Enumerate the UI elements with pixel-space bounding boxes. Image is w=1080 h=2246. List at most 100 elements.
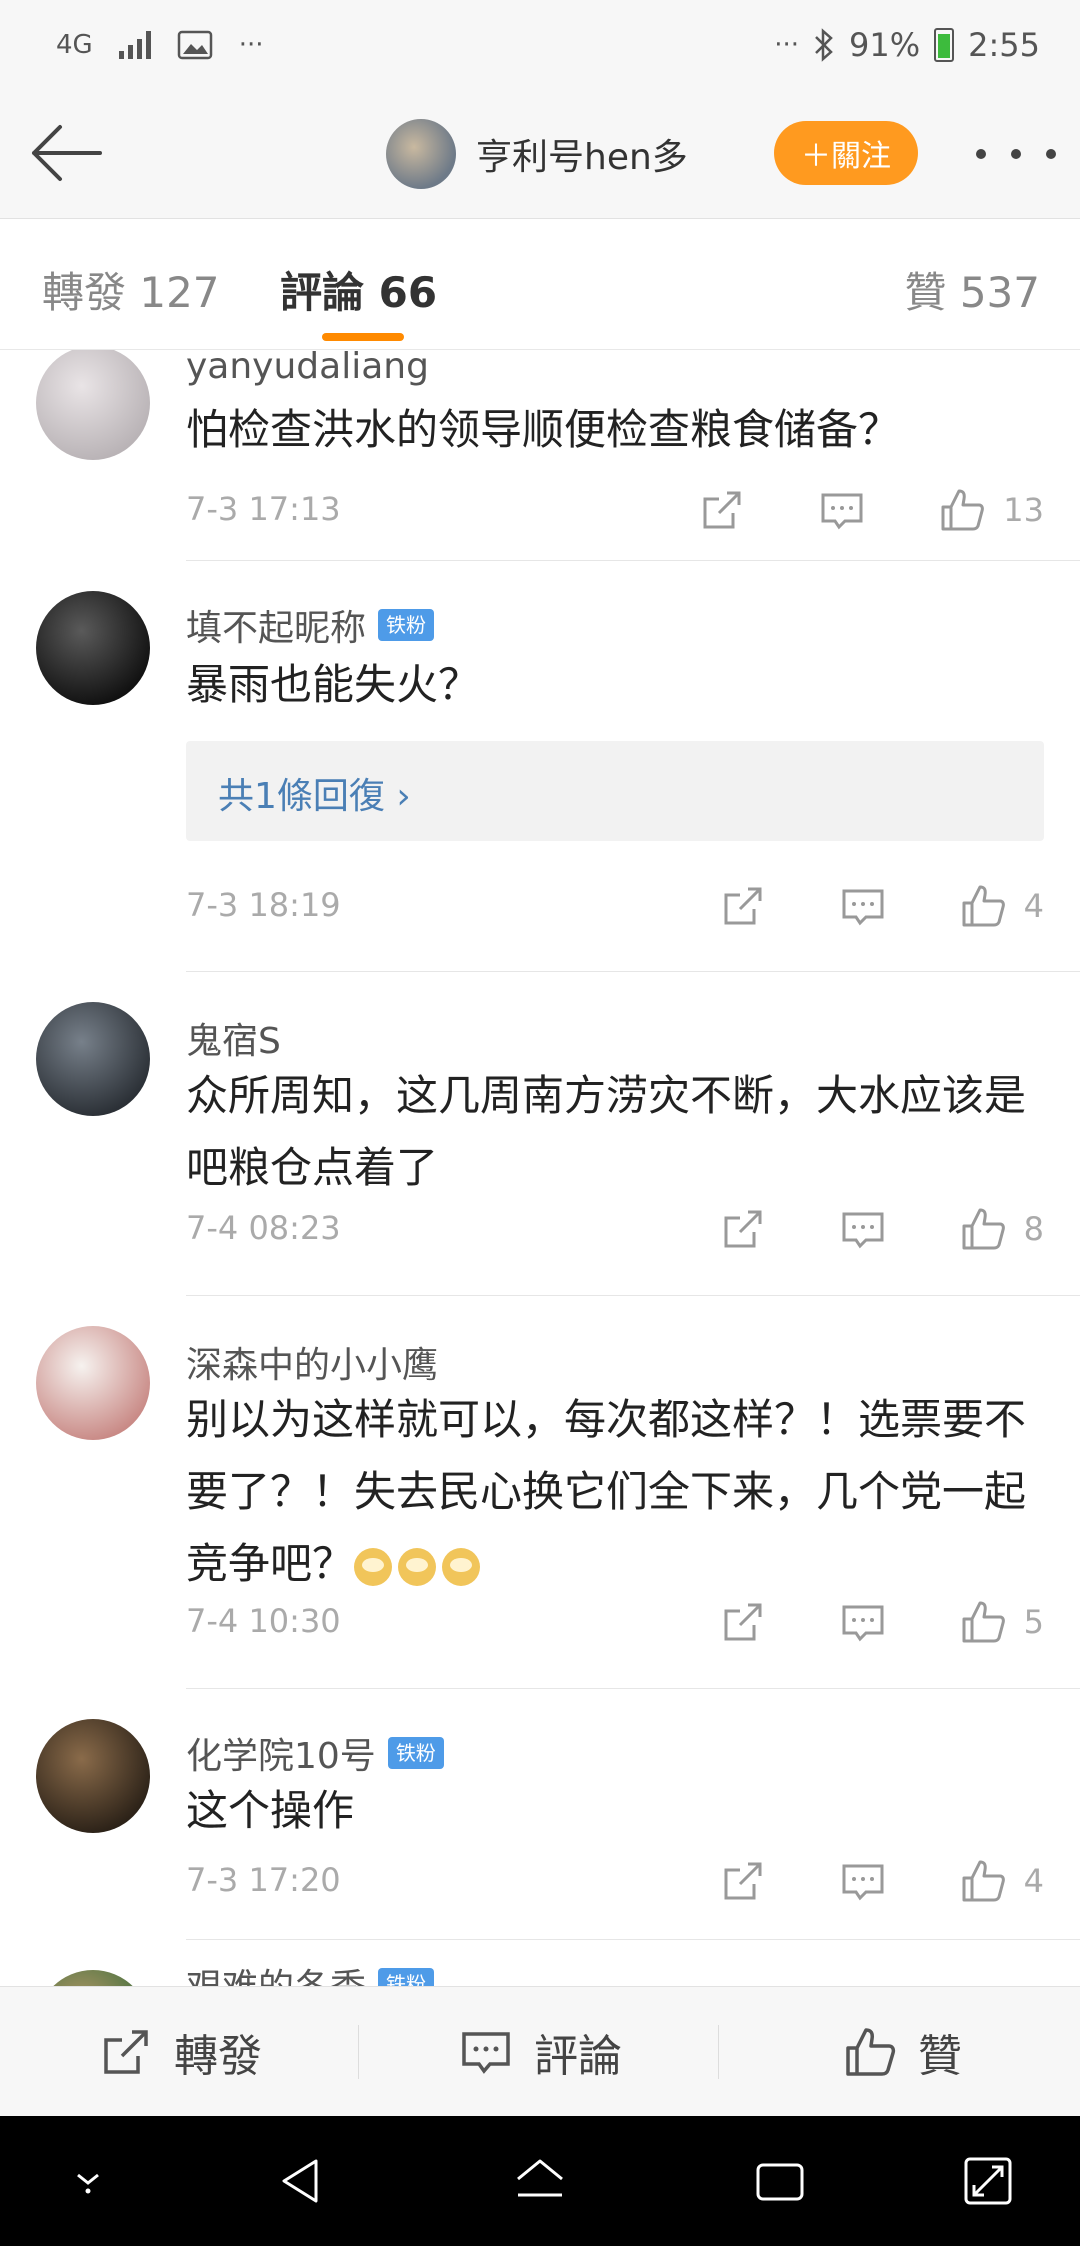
thumbs-up-icon [962, 1601, 1005, 1643]
comment-text: 别以为这样就可以，每次都这样？！选票要不要了？！失去民心换它们全下来，几个党一起… [186, 1395, 1027, 1588]
avatar[interactable] [36, 1326, 150, 1440]
divider [186, 1295, 1080, 1296]
comment-list[interactable]: yanyudaliang 怕检查洪水的领导顺便检查粮食储备？ 7-3 17:13… [0, 350, 1080, 1986]
status-more: ··· [774, 30, 800, 60]
comment-actions: 4 [648, 876, 1044, 936]
comment-username[interactable]: 化学院10号 铁粉 [186, 1727, 444, 1779]
share-icon [724, 887, 762, 925]
recents-icon [756, 2163, 804, 2201]
repost-button[interactable] [718, 1597, 768, 1647]
comment-button[interactable] [838, 1597, 888, 1647]
thumbs-up-icon [846, 2028, 896, 2076]
signal-icon [118, 31, 151, 59]
network-indicator: 4G [56, 30, 93, 60]
battery-percent: 91% [849, 26, 921, 64]
like-button[interactable]: 4 [958, 1856, 1044, 1906]
reply-summary[interactable]: 共1條回復 › [186, 741, 1044, 841]
thumbs-up-icon [962, 1860, 1005, 1902]
nav-collapse-button[interactable] [48, 2141, 128, 2221]
header-user[interactable]: 亨利号hen多 [386, 114, 688, 194]
avatar[interactable] [36, 1719, 150, 1833]
comment-time: 7-4 10:30 [186, 1602, 341, 1640]
nav-home-button[interactable] [500, 2141, 580, 2221]
repost-button[interactable] [697, 485, 747, 535]
comment-actions: 13 [627, 480, 1044, 540]
share-icon [724, 1862, 762, 1900]
comment-icon [842, 1605, 884, 1642]
nav-recents-button[interactable] [740, 2141, 820, 2221]
comment-username[interactable]: 鬼宿S [186, 1012, 281, 1064]
nav-expand-button[interactable] [948, 2141, 1028, 2221]
nav-back-button[interactable] [260, 2141, 340, 2221]
like-action-label: 贊 [918, 2031, 962, 2082]
tab-comment[interactable]: 評論 66 [280, 259, 437, 320]
comment-actions: 4 [648, 1851, 1044, 1911]
comment-meta: 7-3 17:13 13 [186, 480, 1044, 540]
share-icon [104, 2030, 148, 2074]
repost-button[interactable] [718, 881, 768, 931]
comment-meta: 7-4 08:23 8 [186, 1199, 1044, 1259]
comment-button[interactable] [838, 1856, 888, 1906]
comment-username[interactable]: yanyudaliang [186, 350, 429, 387]
back-button[interactable] [26, 120, 106, 186]
comment-username[interactable]: 艰难的冬季铁粉 [186, 1958, 435, 1986]
comment-time: 7-3 17:20 [186, 1861, 341, 1899]
bottom-action-bar: 轉發 評論 贊 [0, 1986, 1080, 2117]
tab-repost[interactable]: 轉發 127 [42, 259, 220, 320]
like-button[interactable]: 4 [958, 881, 1044, 931]
comment-time: 7-3 17:13 [186, 490, 341, 528]
avatar[interactable] [36, 350, 150, 460]
header-username[interactable]: 亨利号hen多 [476, 128, 688, 180]
like-button[interactable]: 13 [937, 485, 1044, 535]
share-icon [724, 1210, 762, 1248]
comment-icon [842, 1864, 884, 1901]
thumbs-up-icon [941, 489, 985, 531]
comment-meta: 7-4 10:30 5 [186, 1592, 1044, 1652]
follow-button[interactable]: ＋關注 [774, 121, 918, 185]
comment-time: 7-3 18:19 [186, 886, 341, 924]
repost-button[interactable] [718, 1204, 768, 1254]
repost-action-button[interactable]: 轉發 [98, 1987, 262, 2117]
comment-time: 7-4 08:23 [186, 1209, 341, 1247]
thumbs-up-icon [962, 1208, 1005, 1250]
avatar[interactable] [36, 1002, 150, 1116]
status-bar: 4G ··· ··· 91% 2:55 [0, 0, 1080, 90]
share-icon [724, 1603, 762, 1641]
comment-icon [842, 1212, 884, 1249]
doge-emoji-icon [354, 1539, 486, 1588]
comment-meta: 7-3 18:19 4 [186, 876, 1044, 936]
divider [186, 1939, 1080, 1940]
comment-text: 众所周知，这几周南方涝灾不断，大水应该是吧粮仓点着了 [186, 1071, 1027, 1192]
status-right: ··· 91% 2:55 [774, 22, 1040, 68]
like-button[interactable]: 8 [958, 1204, 1044, 1254]
comment-action-label: 評論 [534, 2031, 622, 2082]
tab-like[interactable]: 贊 537 [904, 259, 1040, 320]
comment-button[interactable] [817, 485, 867, 535]
like-count: 13 [1003, 491, 1044, 529]
comment-username[interactable]: 深森中的小小鹰 [186, 1336, 438, 1388]
notification-more: ··· [238, 30, 264, 60]
comment-text: 暴雨也能失火？ [186, 660, 481, 709]
avatar[interactable] [36, 1970, 150, 1986]
comment-icon [821, 493, 863, 530]
tab-bar: 轉發 127 評論 66 贊 537 [0, 219, 1080, 350]
back-arrow-icon [32, 125, 102, 181]
like-action-button[interactable]: 贊 [842, 1987, 962, 2117]
comment-username[interactable]: 填不起昵称 铁粉 [186, 599, 435, 651]
more-icon[interactable] [976, 134, 1056, 174]
battery-icon [934, 28, 955, 62]
bluetooth-icon [815, 28, 833, 62]
comment-text: 这个操作 [186, 1786, 355, 1835]
avatar[interactable] [36, 591, 150, 705]
avatar[interactable] [386, 119, 456, 189]
comment-button[interactable] [838, 1204, 888, 1254]
home-icon [517, 2159, 563, 2197]
like-count: 8 [1023, 1210, 1044, 1248]
like-button[interactable]: 5 [958, 1597, 1044, 1647]
like-count: 4 [1023, 1862, 1044, 1900]
comment-button[interactable] [838, 881, 888, 931]
comment-icon [842, 889, 884, 926]
comment-action-button[interactable]: 評論 [458, 1987, 622, 2117]
repost-button[interactable] [718, 1856, 768, 1906]
divider [186, 560, 1080, 561]
